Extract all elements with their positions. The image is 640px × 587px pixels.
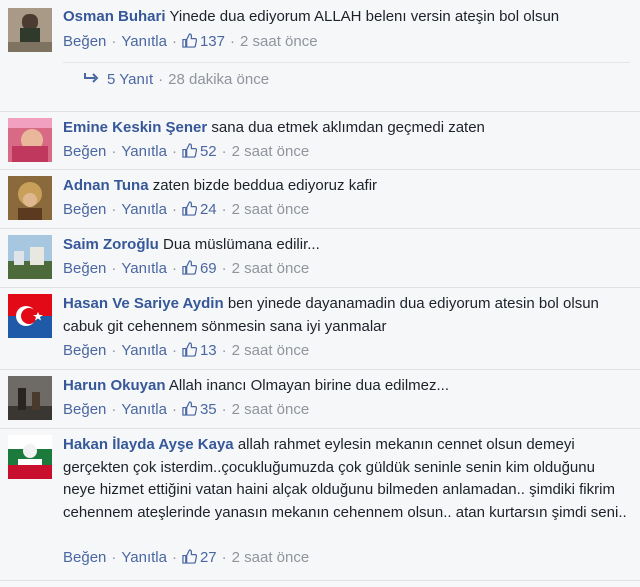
reply-link[interactable]: Yanıtla bbox=[121, 143, 167, 160]
comment-text: sana dua etmek aklımdan geçmedi zaten bbox=[211, 119, 485, 136]
thumbs-up-icon bbox=[182, 260, 198, 275]
comment-author[interactable]: Osman Buhari bbox=[63, 8, 166, 25]
avatar[interactable] bbox=[8, 376, 52, 420]
comment-time[interactable]: 2 saat önce bbox=[232, 260, 310, 277]
avatar[interactable] bbox=[8, 235, 52, 279]
thumbs-up-icon bbox=[182, 401, 198, 416]
like-count[interactable]: 52 bbox=[200, 143, 217, 160]
replies-time: 28 dakika önce bbox=[168, 71, 270, 88]
avatar[interactable] bbox=[8, 294, 52, 338]
like-count[interactable]: 24 bbox=[200, 201, 217, 218]
comment-text: Yinede dua ediyorum ALLAH belenı versin … bbox=[169, 8, 560, 25]
like-count[interactable]: 137 bbox=[200, 33, 225, 50]
comment-item: Hakan İlayda Ayşe Kaya allah rahmet eyle… bbox=[0, 429, 640, 581]
comment-author[interactable]: Hakan İlayda Ayşe Kaya bbox=[63, 436, 234, 453]
reply-link[interactable]: Yanıtla bbox=[121, 401, 167, 418]
comment-text: zaten bizde beddua ediyoruz kafir bbox=[152, 177, 378, 194]
reply-link[interactable]: Yanıtla bbox=[121, 33, 167, 50]
comment-item: Emine Keskin Şener sana dua etmek aklımd… bbox=[0, 112, 640, 170]
avatar[interactable] bbox=[8, 435, 52, 479]
like-count[interactable]: 69 bbox=[200, 260, 217, 277]
like-count[interactable]: 35 bbox=[200, 401, 217, 418]
comment-text: Allah inancı Olmayan birine dua edilmez.… bbox=[168, 377, 450, 394]
comment-item: Osman Buhari Yinede dua ediyorum ALLAH b… bbox=[0, 0, 640, 112]
comment-time[interactable]: 2 saat önce bbox=[232, 401, 310, 418]
reply-link[interactable]: Yanıtla bbox=[121, 201, 167, 218]
comment-item: Harun Okuyan Allah inancı Olmayan birine… bbox=[0, 370, 640, 429]
comment-author[interactable]: Emine Keskin Şener bbox=[63, 119, 207, 136]
replies-link[interactable]: 5 Yanıt · 28 dakika önce bbox=[63, 62, 630, 100]
comment-text: Dua müslümana edilir... bbox=[163, 236, 320, 253]
like-link[interactable]: Beğen bbox=[63, 33, 106, 50]
avatar[interactable] bbox=[8, 176, 52, 220]
comment-item: Adnan Tuna zaten bizde beddua ediyoruz k… bbox=[0, 170, 640, 229]
thumbs-up-icon bbox=[182, 33, 198, 48]
comment-time[interactable]: 2 saat önce bbox=[240, 33, 318, 50]
comment-item: Hasan Ve Sariye Aydin ben yinede dayanam… bbox=[0, 288, 640, 370]
comment-time[interactable]: 2 saat önce bbox=[232, 201, 310, 218]
comment-item: Saim Zoroğlu Dua müslümana edilir... Beğ… bbox=[0, 229, 640, 288]
thumbs-up-icon bbox=[182, 342, 198, 357]
like-count[interactable]: 13 bbox=[200, 342, 217, 359]
thumbs-up-icon bbox=[182, 549, 198, 564]
comment-time[interactable]: 2 saat önce bbox=[232, 549, 310, 566]
comment-author[interactable]: Hasan Ve Sariye Aydin bbox=[63, 295, 224, 312]
avatar[interactable] bbox=[8, 118, 52, 162]
comment-author[interactable]: Adnan Tuna bbox=[63, 177, 149, 194]
reply-link[interactable]: Yanıtla bbox=[121, 342, 167, 359]
like-link[interactable]: Beğen bbox=[63, 201, 106, 218]
comment-time[interactable]: 2 saat önce bbox=[232, 143, 310, 160]
replies-count[interactable]: 5 Yanıt bbox=[107, 71, 153, 88]
like-count[interactable]: 27 bbox=[200, 549, 217, 566]
like-link[interactable]: Beğen bbox=[63, 143, 106, 160]
reply-arrow-icon bbox=[83, 71, 99, 83]
comment-author[interactable]: Saim Zoroğlu bbox=[63, 236, 159, 253]
comment-feed: Osman Buhari Yinede dua ediyorum ALLAH b… bbox=[0, 0, 640, 587]
like-link[interactable]: Beğen bbox=[63, 342, 106, 359]
thumbs-up-icon bbox=[182, 143, 198, 158]
comment-time[interactable]: 2 saat önce bbox=[232, 342, 310, 359]
avatar[interactable] bbox=[8, 8, 52, 52]
like-link[interactable]: Beğen bbox=[63, 401, 106, 418]
thumbs-up-icon bbox=[182, 201, 198, 216]
like-link[interactable]: Beğen bbox=[63, 549, 106, 566]
comment-author[interactable]: Harun Okuyan bbox=[63, 377, 166, 394]
reply-link[interactable]: Yanıtla bbox=[121, 260, 167, 277]
like-link[interactable]: Beğen bbox=[63, 260, 106, 277]
reply-link[interactable]: Yanıtla bbox=[121, 549, 167, 566]
